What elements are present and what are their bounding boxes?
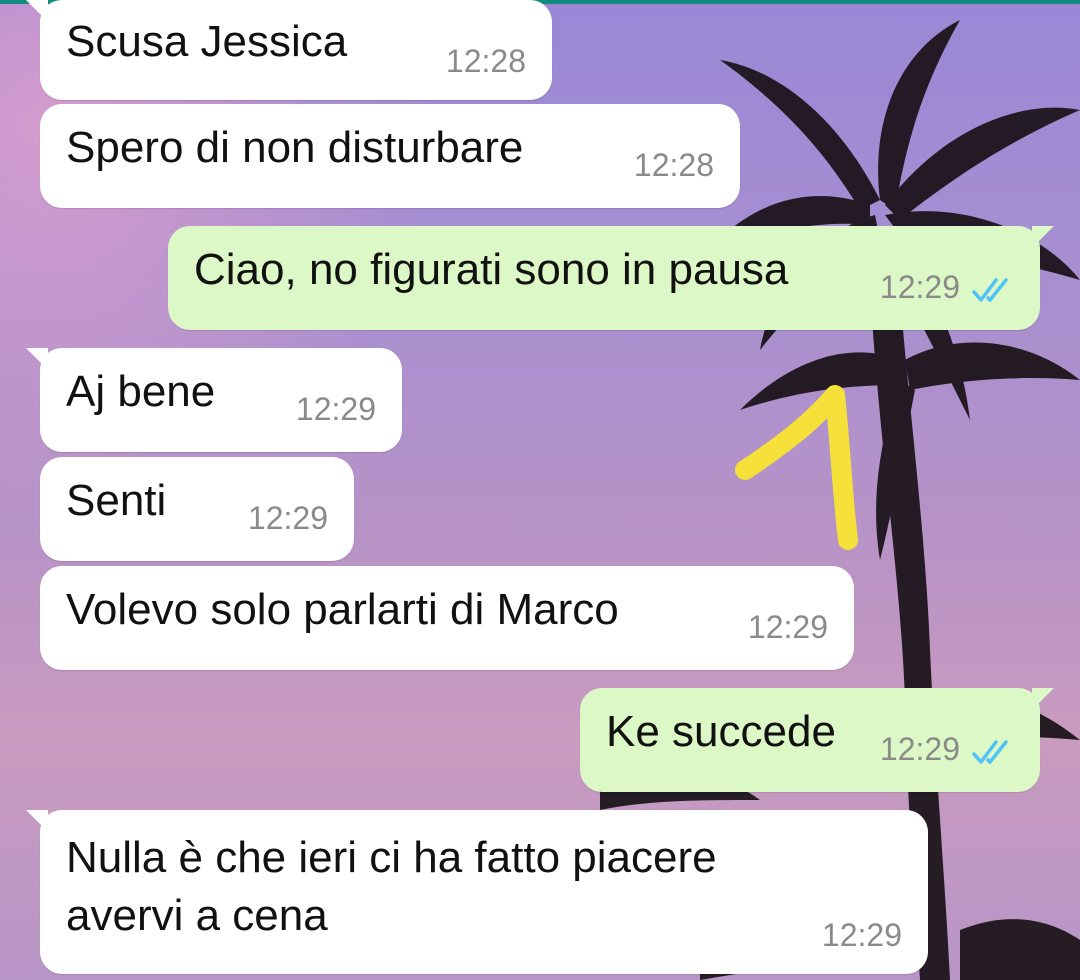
- bubble-tail: [1032, 688, 1054, 710]
- incoming-message-bubble[interactable]: Nulla è che ieri ci ha fatto piacere ave…: [26, 810, 928, 974]
- message-time: 12:29: [247, 500, 328, 536]
- incoming-message-bubble[interactable]: Senti 12:29: [40, 457, 354, 561]
- message-text: Scusa Jessica: [66, 17, 348, 66]
- message-text: Aj bene: [66, 367, 216, 416]
- bubble-tail: [26, 0, 48, 22]
- outgoing-message-bubble[interactable]: Ke succede 12:29: [580, 688, 1054, 792]
- message-text: Volevo solo parlarti di Marco: [66, 585, 619, 634]
- message-text-line-2: avervi a cena: [66, 891, 328, 940]
- message-text-line-1: Nulla è che ieri ci ha fatto piacere: [66, 833, 717, 882]
- message-time: 12:29: [295, 391, 376, 427]
- message-text: Ciao, no figurati sono in pausa: [194, 245, 789, 294]
- double-check-icon: [972, 278, 1008, 302]
- message-time: 12:29: [821, 917, 902, 953]
- message-time: 12:29: [879, 269, 960, 305]
- message-text: Senti: [66, 476, 167, 525]
- bubble-tail: [26, 810, 48, 832]
- message-time: 12:28: [445, 43, 526, 79]
- outgoing-message-bubble[interactable]: Ciao, no figurati sono in pausa 12:29: [168, 226, 1054, 330]
- message-text: Spero di non disturbare: [66, 123, 524, 172]
- message-time: 12:29: [747, 609, 828, 645]
- incoming-message-bubble[interactable]: Scusa Jessica 12:28: [26, 0, 552, 100]
- incoming-message-bubble[interactable]: Spero di non disturbare 12:28: [40, 104, 740, 208]
- bubble-tail: [26, 348, 48, 370]
- incoming-message-bubble[interactable]: Volevo solo parlarti di Marco 12:29: [40, 566, 854, 670]
- message-text: Ke succede: [606, 707, 836, 756]
- message-time: 12:29: [879, 731, 960, 767]
- incoming-message-bubble[interactable]: Aj bene 12:29: [26, 348, 402, 452]
- double-check-icon: [972, 740, 1008, 764]
- bubble-tail: [1032, 226, 1054, 248]
- message-time: 12:28: [633, 147, 714, 183]
